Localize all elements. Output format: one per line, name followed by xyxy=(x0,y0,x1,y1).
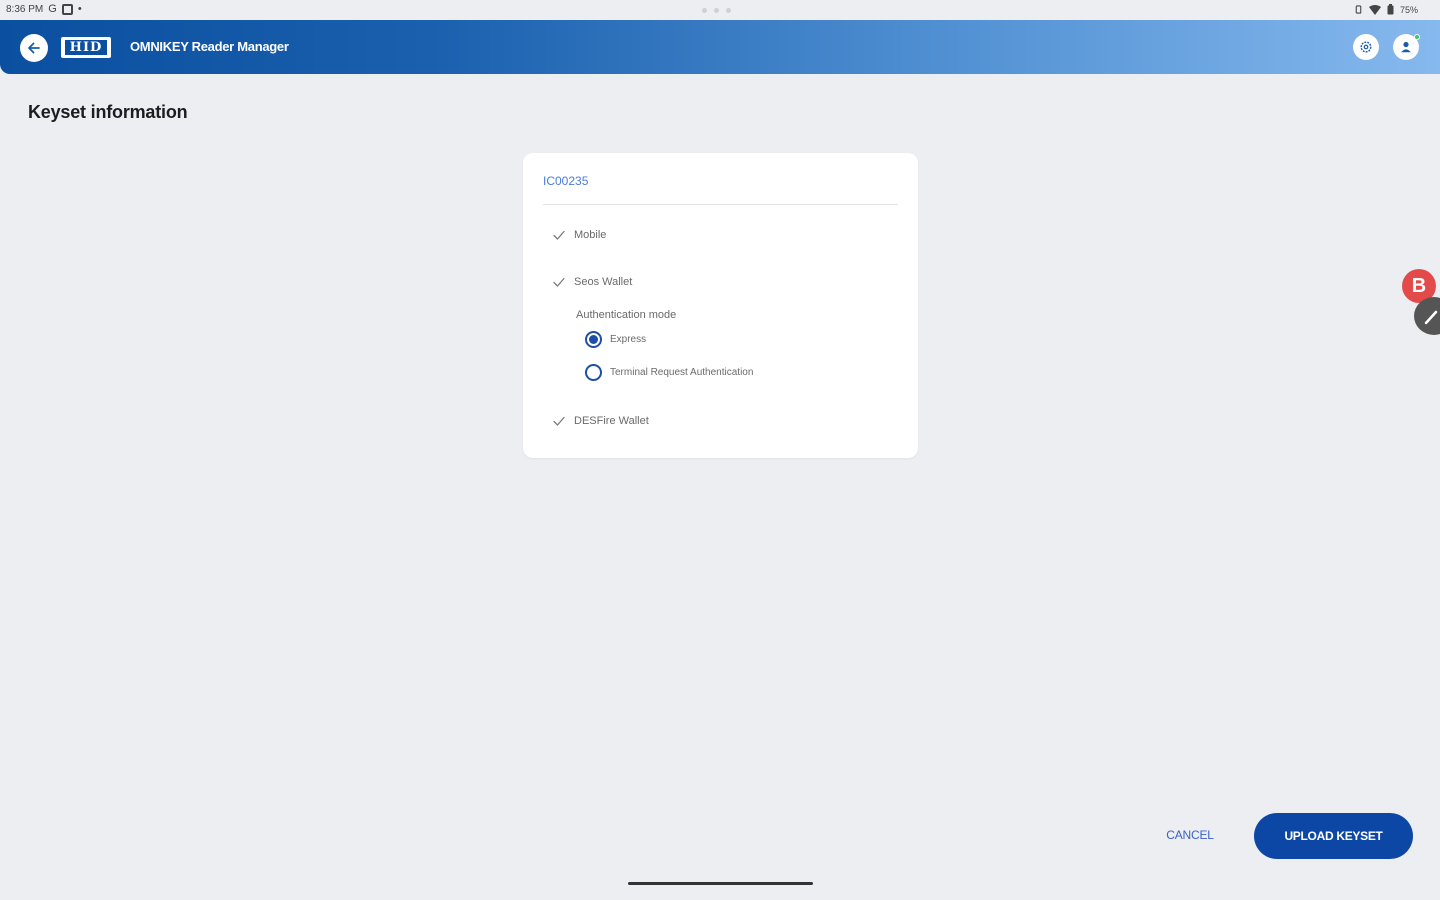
keyset-item-desfire-wallet[interactable]: DESFire Wallet xyxy=(552,414,649,428)
radio-selected-icon[interactable] xyxy=(585,331,602,348)
page-title: Keyset information xyxy=(28,102,188,122)
status-right: 75% xyxy=(1354,4,1418,15)
battery-percent: 75% xyxy=(1399,4,1418,15)
radio-terminal-request-authentication[interactable]: Terminal Request Authentication xyxy=(585,364,753,381)
wifi-icon xyxy=(1368,4,1381,15)
divider xyxy=(543,204,898,205)
screenshot-icon xyxy=(61,4,73,15)
gear-icon xyxy=(1360,41,1372,53)
keyset-item-label: Seos Wallet xyxy=(574,276,633,288)
navigation-handle[interactable] xyxy=(628,882,813,885)
radio-unselected-icon[interactable] xyxy=(585,364,602,381)
keyset-item-seos-wallet[interactable]: Seos Wallet xyxy=(552,275,632,289)
check-icon xyxy=(553,416,565,426)
check-icon xyxy=(553,230,565,240)
bubble-letter: B xyxy=(1411,274,1427,297)
keyset-id: IC00235 xyxy=(543,174,589,188)
multitask-dots xyxy=(702,8,731,13)
pencil-icon xyxy=(1424,310,1438,325)
radio-label: Express xyxy=(610,334,647,345)
account-button[interactable] xyxy=(1393,34,1420,60)
person-icon xyxy=(1401,41,1411,53)
radio-dot xyxy=(589,335,598,344)
arrow-left-icon xyxy=(28,42,40,54)
keyset-item-mobile[interactable]: Mobile xyxy=(552,228,606,242)
dot-icon xyxy=(714,8,719,13)
back-button[interactable] xyxy=(20,34,48,62)
dot-icon xyxy=(726,8,731,13)
dot-icon xyxy=(702,8,707,13)
app-header: HID OMNIKEY Reader Manager xyxy=(0,20,1440,74)
status-time: 8:36 PM xyxy=(6,4,44,15)
radio-express[interactable]: Express xyxy=(585,331,646,348)
keyset-card: IC00235 Mobile Seos Wallet Authenticatio… xyxy=(523,153,918,458)
settings-button[interactable] xyxy=(1353,34,1379,60)
online-status-dot xyxy=(1414,34,1420,40)
keyset-item-label: Mobile xyxy=(574,229,607,241)
keyset-item-label: DESFire Wallet xyxy=(574,415,649,427)
system-status-bar: 8:36 PM G • 75% xyxy=(0,0,1440,20)
floating-edit-button[interactable] xyxy=(1414,297,1440,335)
google-icon: G xyxy=(48,3,57,15)
app-title: OMNIKEY Reader Manager xyxy=(130,39,289,54)
hid-logo-text: HID xyxy=(64,40,108,55)
status-left: 8:36 PM G • xyxy=(6,4,82,15)
auth-mode-label: Authentication mode xyxy=(576,309,677,321)
cancel-button[interactable]: CANCEL xyxy=(1150,820,1230,850)
check-icon xyxy=(553,277,565,287)
upload-keyset-button[interactable]: UPLOAD KEYSET xyxy=(1254,813,1413,859)
vibrate-icon xyxy=(1355,5,1362,14)
battery-icon xyxy=(1387,4,1394,15)
hid-logo: HID xyxy=(61,37,111,58)
radio-label: Terminal Request Authentication xyxy=(610,367,754,378)
notification-dot-icon: • xyxy=(77,3,82,15)
